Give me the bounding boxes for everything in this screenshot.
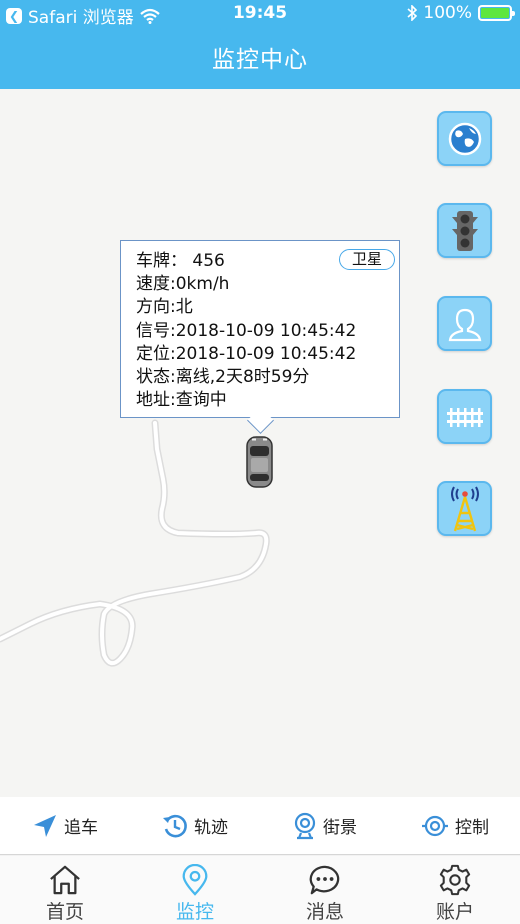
battery-icon [478,5,515,21]
signal-time-text: 信号:2018-10-09 10:45:42 [136,320,357,341]
speed-text: 速度:0km/h [136,274,230,295]
location-time-text: 定位:2018-10-09 10:45:42 [136,343,357,364]
control-label: 控制 [455,818,489,838]
railway-icon [446,407,483,427]
chase-car-label: 追车 [64,818,98,838]
tab-messages[interactable]: 消息 [260,856,390,924]
tab-home[interactable]: 首页 [0,856,130,924]
navigation-arrow-icon [34,814,56,837]
signal-tower-icon [450,486,479,531]
car-marker-icon[interactable] [246,436,273,488]
map-type-button[interactable] [437,111,492,166]
street-view-label: 街景 [323,818,357,838]
status-bar: ❮ Safari 浏览器 19:45 100% [0,0,520,28]
traffic-button[interactable] [437,203,492,258]
target-icon [422,815,448,836]
tab-monitor[interactable]: 监控 [130,856,260,924]
signal-tower-button[interactable] [437,481,492,536]
traffic-light-icon [451,210,478,251]
tab-home-label: 首页 [45,901,84,923]
person-button[interactable] [437,296,492,351]
tab-account-label: 账户 [435,901,474,923]
track-button[interactable]: 轨迹 [130,797,260,854]
direction-text: 方向:北 [136,297,193,318]
tab-monitor-label: 监控 [175,901,214,923]
globe-icon [448,122,481,155]
message-icon [309,865,340,895]
top-bar: ❮ Safari 浏览器 19:45 100% 监控中心 [0,0,520,89]
vehicle-info-window[interactable]: 卫星 车牌： 456 速度:0km/h 方向:北 信号:2018-10-09 1… [120,240,400,418]
state-text: 状态:离线,2天8时59分 [136,367,310,388]
gear-icon [439,864,471,896]
satellite-button[interactable]: 卫星 [339,249,395,270]
railway-button[interactable] [437,389,492,444]
person-icon [448,308,481,341]
home-icon [50,865,80,895]
street-view-button[interactable]: 街景 [260,797,390,854]
battery-percent: 100% [423,3,472,23]
bluetooth-icon [407,5,418,21]
camera-icon [294,812,316,839]
tab-bar: 首页 监控 消息 账户 [0,856,520,924]
tab-messages-label: 消息 [305,901,344,923]
action-bar: 追车 轨迹 街景 控制 [0,797,520,855]
control-button[interactable]: 控制 [390,797,520,854]
map-view[interactable]: 卫星 车牌： 456 速度:0km/h 方向:北 信号:2018-10-09 1… [0,89,520,797]
page-title: 监控中心 [212,47,308,73]
track-label: 轨迹 [194,818,228,838]
address-text: 地址:查询中 [136,390,227,411]
status-right: 100% [407,3,515,23]
history-icon [163,814,187,837]
location-pin-icon [182,864,208,896]
tab-account[interactable]: 账户 [390,856,520,924]
battery-fill [481,8,509,18]
chase-car-button[interactable]: 追车 [0,797,130,854]
